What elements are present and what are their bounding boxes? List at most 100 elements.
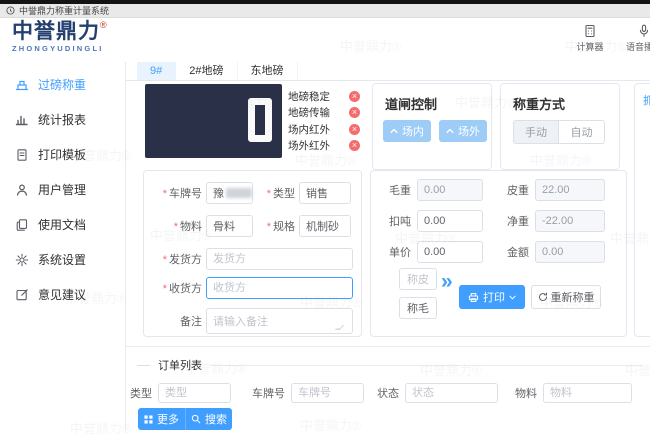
error-cross-icon: × (349, 123, 360, 135)
tab-scale-9[interactable]: 9# (137, 62, 177, 80)
price-input[interactable] (417, 241, 483, 263)
filter-status-input[interactable] (405, 383, 498, 403)
error-cross-icon: × (349, 90, 360, 102)
remark-textarea[interactable] (206, 308, 353, 334)
orders-list-title: 订单列表 (158, 360, 202, 372)
status-infrared-inside: 场内红外 × (288, 121, 360, 138)
type-label: * 类型 (266, 188, 295, 200)
spec-input[interactable] (299, 215, 351, 237)
type-input[interactable] (299, 182, 351, 204)
receiver-label: * 收货方 (162, 283, 202, 295)
logo-registered-mark: ® (100, 20, 107, 30)
microphone-icon (639, 24, 649, 37)
gross-label: 毛重 (389, 185, 411, 197)
filter-type-label: 类型 (130, 388, 152, 400)
orders-list-divider: 订单列表 (137, 357, 642, 373)
amount-input (535, 241, 605, 263)
weights-panel: 毛重 皮重 扣吨 净重 单价 金额 称皮 称毛 » 打印 重新称重 (370, 170, 627, 337)
header: 中誉鼎力® ZHONGYUDINGLI 计算器 语音播报 (0, 18, 650, 62)
calculator-icon (585, 24, 595, 38)
tare-label: 皮重 (507, 185, 529, 197)
printer-icon (468, 292, 479, 302)
status-scale-transmit: 地磅传输 × (288, 105, 360, 122)
more-button[interactable]: 更多 (138, 408, 185, 430)
deduct-label: 扣吨 (389, 216, 411, 228)
tare-input (535, 179, 605, 201)
gate-outside-button[interactable]: 场外 (439, 120, 487, 142)
chevron-up-icon (446, 128, 454, 134)
shipper-input[interactable] (206, 248, 353, 270)
filter-material-input[interactable] (543, 383, 632, 403)
double-chevron-right-icon: » (441, 270, 453, 293)
price-label: 单价 (389, 247, 411, 259)
gate-inside-button[interactable]: 场内 (383, 120, 431, 142)
spec-label: * 规格 (266, 221, 295, 233)
voice-broadcast-tool[interactable]: 语音播报 (622, 24, 650, 53)
section-divider (126, 346, 650, 347)
sidebar-item-label: 用户管理 (38, 183, 87, 197)
sidebar-item-label: 意见建议 (38, 288, 87, 302)
copy-document-icon (16, 218, 28, 231)
filter-material-label: 物料 (515, 388, 537, 400)
mode-manual-button[interactable]: 手动 (513, 120, 559, 144)
tab-scale-east[interactable]: 东地磅 (238, 62, 298, 80)
user-icon (16, 184, 28, 196)
scale-weight-display (145, 84, 282, 158)
tab-scale-2[interactable]: 2#地磅 (176, 62, 238, 80)
sidebar-item-label: 打印模板 (38, 148, 87, 162)
filter-plate-input[interactable] (291, 383, 364, 403)
material-label: * 物料 (173, 221, 202, 233)
sidebar-item-reports[interactable]: 统计报表 (0, 102, 125, 137)
feedback-edit-icon (16, 288, 28, 300)
filter-material: 物料 (515, 383, 632, 403)
calculator-tool[interactable]: 计算器 (568, 24, 612, 53)
gear-icon (15, 253, 29, 266)
weigh-gross-button[interactable]: 称毛 (399, 297, 437, 319)
mode-auto-button[interactable]: 自动 (559, 120, 605, 144)
weigh-form-panel: *车牌号 *类型 *物料 *规格 *发货方 *收货方 备注 (143, 170, 362, 337)
sidebar-item-feedback[interactable]: 意见建议 (0, 277, 125, 312)
sidebar: 过磅称重 统计报表 打印模板 用户管理 使用文档 系统设置 意见建议 (0, 62, 126, 430)
caret-down-icon (509, 295, 516, 300)
sidebar-item-print-templates[interactable]: 打印模板 (0, 137, 125, 172)
capture-link[interactable]: 抓拍 (643, 92, 650, 108)
error-cross-icon: × (349, 107, 360, 119)
deduct-input[interactable] (417, 210, 483, 232)
filter-status: 状态 (377, 383, 498, 403)
weigh-mode-panel: 称重方式 手动 自动 (500, 83, 620, 170)
plate-label: * 车牌号 (162, 188, 202, 200)
remark-label: 备注 (180, 316, 202, 328)
receiver-input[interactable] (206, 277, 353, 299)
calculator-label: 计算器 (576, 42, 604, 52)
sidebar-item-settings[interactable]: 系统设置 (0, 242, 125, 277)
material-input[interactable] (206, 215, 253, 237)
sidebar-item-docs[interactable]: 使用文档 (0, 207, 125, 242)
print-button[interactable]: 打印 (459, 285, 525, 309)
net-label: 净重 (507, 216, 529, 228)
search-icon (191, 414, 201, 424)
document-icon (17, 148, 27, 161)
sidebar-item-weighing[interactable]: 过磅称重 (0, 67, 125, 102)
gross-input (417, 179, 483, 201)
error-cross-icon: × (349, 140, 360, 152)
scale-tabbar: 9# 2#地磅 东地磅 (126, 62, 650, 81)
filter-type-input[interactable] (158, 383, 231, 403)
weighbridge-icon (15, 80, 29, 90)
capture-panel: 抓拍 (634, 83, 650, 337)
sidebar-item-label: 使用文档 (38, 218, 87, 232)
watermark: 中誉鼎力® (300, 418, 362, 433)
filter-type: 类型 (130, 383, 231, 403)
weigh-tare-button[interactable]: 称皮 (399, 268, 437, 290)
grid-icon (144, 414, 153, 424)
refresh-icon (538, 292, 547, 302)
sidebar-item-label: 系统设置 (38, 253, 87, 267)
logo-subtext: ZHONGYUDINGLI (12, 44, 104, 53)
filter-plate-label: 车牌号 (252, 388, 285, 400)
reweigh-button[interactable]: 重新称重 (531, 285, 601, 309)
titlebar: 中誉鼎力称重计量系统 (0, 4, 650, 18)
search-button[interactable]: 搜索 (185, 408, 232, 430)
shipper-label: * 发货方 (162, 254, 202, 266)
sidebar-item-users[interactable]: 用户管理 (0, 172, 125, 207)
net-input (535, 210, 605, 232)
app-title: 中誉鼎力称重计量系统 (19, 6, 110, 16)
